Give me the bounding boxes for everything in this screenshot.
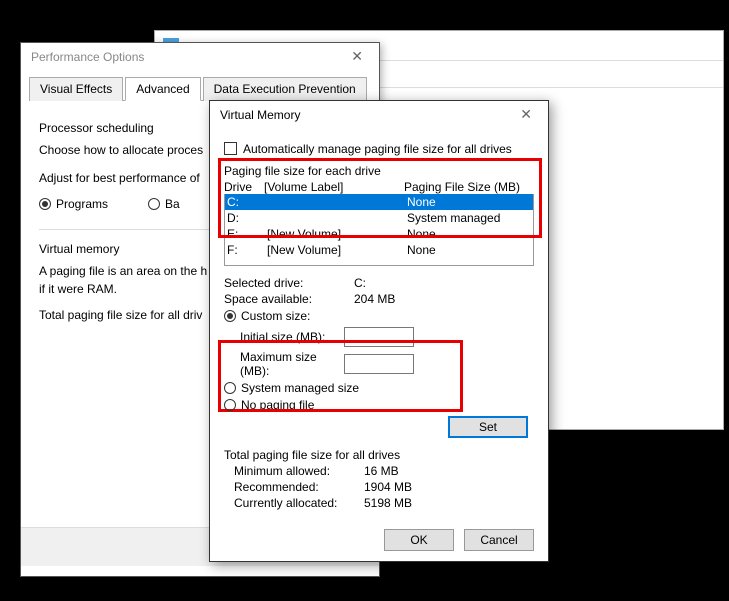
close-icon[interactable]: ✕ [514,106,538,123]
size-col-header: Paging File Size (MB) [404,180,534,194]
initial-size-label: Initial size (MB): [224,330,344,344]
drive-cell: C: [227,194,267,210]
size-cell: System managed [407,210,531,226]
virtual-memory-titlebar: Virtual Memory ✕ [210,101,548,128]
drive-cell: E: [227,226,267,242]
drive-row[interactable]: F: [New Volume] None [225,242,533,258]
virtual-memory-title: Virtual Memory [220,108,300,122]
radio-programs[interactable]: Programs [39,195,108,213]
radio-background-label: Ba [165,197,180,211]
custom-size-label: Custom size: [241,309,310,323]
drive-list-header: Drive [Volume Label] Paging File Size (M… [224,180,534,194]
paging-per-drive-label: Paging file size for each drive [224,164,534,178]
selected-drive-label: Selected drive: [224,276,354,290]
volume-cell [267,210,407,226]
volume-cell: [New Volume] [267,226,407,242]
selected-drive-value: C: [354,276,366,290]
tab-advanced[interactable]: Advanced [125,77,200,101]
size-cell: None [407,242,531,258]
initial-size-input[interactable] [344,327,414,347]
performance-options-title: Performance Options [31,50,144,64]
radio-icon [224,310,236,322]
minimum-allowed-label: Minimum allowed: [234,464,364,478]
radio-system-managed[interactable]: System managed size [224,381,534,395]
maximum-size-input[interactable] [344,354,414,374]
virtual-memory-window: Virtual Memory ✕ Automatically manage pa… [209,100,549,562]
currently-allocated-label: Currently allocated: [234,496,364,510]
drive-row[interactable]: C: None [225,194,533,210]
size-cell: None [407,226,531,242]
auto-manage-checkbox[interactable]: Automatically manage paging file size fo… [224,142,534,156]
close-icon[interactable]: ✕ [345,48,369,65]
volume-col-header: [Volume Label] [264,180,404,194]
volume-cell: [New Volume] [267,242,407,258]
tab-dep[interactable]: Data Execution Prevention [203,77,367,101]
set-button[interactable]: Set [448,416,528,438]
virtual-memory-buttonbar: OK Cancel [384,529,534,551]
drive-row[interactable]: D: System managed [225,210,533,226]
currently-allocated-value: 5198 MB [364,496,412,510]
drive-row[interactable]: E: [New Volume] None [225,226,533,242]
cancel-button[interactable]: Cancel [464,529,534,551]
radio-no-paging[interactable]: No paging file [224,398,314,412]
radio-programs-label: Programs [56,197,108,211]
ok-button[interactable]: OK [384,529,454,551]
tab-visual-effects[interactable]: Visual Effects [29,77,123,101]
radio-icon [224,382,236,394]
drive-col-header: Drive [224,180,264,194]
totals-heading: Total paging file size for all drives [224,448,534,462]
size-cell: None [407,194,531,210]
radio-custom-size[interactable]: Custom size: [224,309,534,323]
performance-options-titlebar: Performance Options ✕ [21,43,379,70]
radio-icon [224,399,236,411]
radio-background[interactable]: Ba [148,195,180,213]
space-available-label: Space available: [224,292,354,306]
maximum-size-label: Maximum size (MB): [224,350,344,378]
checkbox-icon [224,142,237,155]
no-paging-label: No paging file [241,398,314,412]
drive-cell: D: [227,210,267,226]
auto-manage-label: Automatically manage paging file size fo… [243,142,512,156]
volume-cell [267,194,407,210]
drive-cell: F: [227,242,267,258]
tab-strip: Visual Effects Advanced Data Execution P… [29,76,371,101]
recommended-value: 1904 MB [364,480,412,494]
recommended-label: Recommended: [234,480,364,494]
drive-list[interactable]: C: None D: System managed E: [New Volume… [224,194,534,266]
minimum-allowed-value: 16 MB [364,464,399,478]
space-available-value: 204 MB [354,292,395,306]
system-managed-label: System managed size [241,381,359,395]
